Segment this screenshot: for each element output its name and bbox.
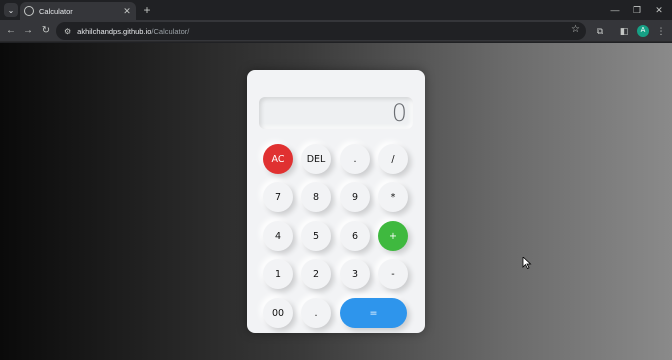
url-text: akhilchandps.github.io/Calculator/ bbox=[77, 26, 190, 36]
tab-strip: ⌄ Calculator ✕ + — ❐ ✕ bbox=[0, 0, 672, 20]
bookmark-star-icon[interactable]: ☆ bbox=[571, 24, 580, 35]
side-panel-button[interactable]: ◧ bbox=[616, 23, 632, 39]
reload-icon: ↻ bbox=[41, 25, 51, 36]
key-00[interactable]: 00 bbox=[263, 298, 293, 328]
close-window-button[interactable]: ✕ bbox=[648, 2, 670, 18]
key-6[interactable]: 6 bbox=[340, 221, 370, 251]
back-arrow-icon: ← bbox=[6, 25, 16, 36]
side-panel-icon: ◧ bbox=[619, 26, 629, 36]
back-button[interactable]: ← bbox=[3, 23, 19, 39]
key-del[interactable]: DEL bbox=[301, 144, 331, 174]
new-tab-button[interactable]: + bbox=[140, 3, 154, 17]
more-vertical-icon: ⋮ bbox=[656, 26, 666, 36]
address-bar[interactable]: ⚙ akhilchandps.github.io/Calculator/ ☆ bbox=[56, 22, 586, 40]
key-multiply[interactable]: * bbox=[378, 182, 408, 212]
profile-avatar[interactable]: A bbox=[637, 25, 649, 37]
calculator-display: 0 bbox=[259, 97, 413, 129]
puzzle-icon: ⧉ bbox=[596, 26, 604, 36]
key-4[interactable]: 4 bbox=[263, 221, 293, 251]
key-plus[interactable]: + bbox=[378, 221, 408, 251]
key-divide[interactable]: / bbox=[378, 144, 408, 174]
menu-button[interactable]: ⋮ bbox=[653, 23, 669, 39]
key-8[interactable]: 8 bbox=[301, 182, 331, 212]
extensions-button[interactable]: ⧉ bbox=[592, 23, 608, 39]
key-1[interactable]: 1 bbox=[263, 259, 293, 289]
site-info-icon[interactable]: ⚙ bbox=[64, 27, 71, 36]
key-2[interactable]: 2 bbox=[301, 259, 331, 289]
reload-button[interactable]: ↻ bbox=[38, 23, 54, 39]
globe-icon bbox=[24, 6, 34, 16]
key-dot-top[interactable]: . bbox=[340, 144, 370, 174]
page-viewport: 0 AC DEL . / 7 8 9 * 4 5 6 + 1 2 3 - 00 … bbox=[0, 43, 672, 360]
tab-search-button[interactable]: ⌄ bbox=[4, 3, 18, 17]
key-minus[interactable]: - bbox=[378, 259, 408, 289]
key-ac[interactable]: AC bbox=[263, 144, 293, 174]
forward-arrow-icon: → bbox=[23, 25, 33, 36]
tab-title: Calculator bbox=[39, 6, 73, 16]
mouse-pointer-icon bbox=[522, 257, 532, 269]
minimize-button[interactable]: — bbox=[604, 2, 626, 18]
key-7[interactable]: 7 bbox=[263, 182, 293, 212]
browser-toolbar: ← → ↻ ⚙ akhilchandps.github.io/Calculato… bbox=[0, 20, 672, 42]
calculator: 0 AC DEL . / 7 8 9 * 4 5 6 + 1 2 3 - 00 … bbox=[247, 70, 425, 333]
key-equals[interactable]: = bbox=[340, 298, 407, 328]
restore-button[interactable]: ❐ bbox=[626, 2, 648, 18]
key-3[interactable]: 3 bbox=[340, 259, 370, 289]
key-dot-bottom[interactable]: . bbox=[301, 298, 331, 328]
chevron-down-icon: ⌄ bbox=[7, 5, 15, 15]
tab-calculator[interactable]: Calculator ✕ bbox=[20, 2, 136, 20]
display-value: 0 bbox=[391, 99, 407, 127]
key-5[interactable]: 5 bbox=[301, 221, 331, 251]
key-9[interactable]: 9 bbox=[340, 182, 370, 212]
close-tab-icon[interactable]: ✕ bbox=[122, 6, 132, 17]
forward-button[interactable]: → bbox=[20, 23, 36, 39]
